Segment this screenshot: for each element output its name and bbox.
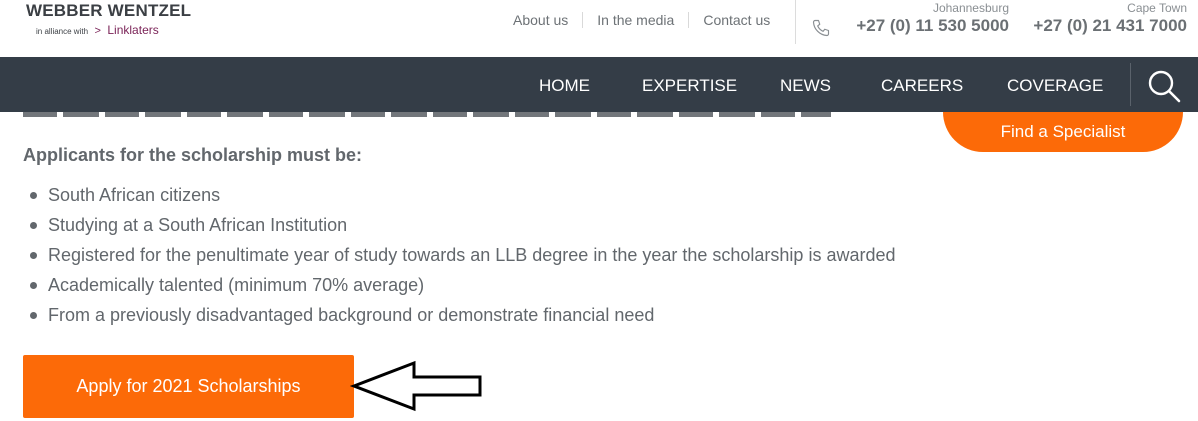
office-phone-number[interactable]: +27 (0) 21 431 7000 (1033, 15, 1187, 37)
partner-name: Linklaters (107, 23, 159, 37)
list-item-text: From a previously disadvantaged backgrou… (48, 305, 655, 325)
in-the-media-link[interactable]: In the media (583, 11, 688, 29)
find-a-specialist-button[interactable]: Find a Specialist (943, 112, 1183, 152)
office-city: Cape Town (1127, 1, 1187, 15)
office-johannesburg: Johannesburg +27 (0) 11 530 5000 (856, 1, 1009, 37)
office-cape-town: Cape Town +27 (0) 21 431 7000 (1033, 1, 1187, 37)
bullet-icon (30, 192, 37, 199)
list-item-text: Studying at a South African Institution (48, 215, 348, 235)
requirements-heading: Applicants for the scholarship must be: (23, 145, 363, 165)
apply-scholarships-button[interactable]: Apply for 2021 Scholarships (23, 355, 354, 418)
alliance-line: in alliance with > Linklaters (36, 23, 159, 39)
nav-careers[interactable]: CAREERS (881, 57, 963, 112)
phone-icon (812, 19, 830, 37)
partner-chevron: > (94, 25, 101, 37)
left-arrow-icon (350, 360, 482, 412)
bullet-icon (30, 312, 37, 319)
list-item: Studying at a South African Institution (27, 210, 896, 240)
alliance-text: in alliance with (36, 27, 89, 36)
office-city: Johannesburg (932, 1, 1009, 15)
search-icon[interactable] (1146, 68, 1182, 104)
nav-divider (1130, 63, 1131, 106)
list-item: From a previously disadvantaged backgrou… (27, 300, 896, 330)
list-item: Academically talented (minimum 70% avera… (27, 270, 896, 300)
nav-expertise[interactable]: EXPERTISE (642, 57, 737, 112)
about-us-link[interactable]: About us (499, 11, 582, 29)
nav-coverage[interactable]: COVERAGE (1007, 57, 1103, 112)
contact-us-link[interactable]: Contact us (689, 11, 784, 29)
list-item: Registered for the penultimate year of s… (27, 240, 896, 270)
header-divider (795, 0, 796, 44)
main-nav: HOME EXPERTISE NEWS CAREERS COVERAGE (0, 57, 1198, 112)
top-bar: WEBBER WENTZEL in alliance with > Linkla… (0, 0, 1198, 57)
list-item-text: Academically talented (minimum 70% avera… (48, 275, 425, 295)
clipped-text-line (23, 112, 831, 117)
bullet-icon (30, 282, 37, 289)
nav-news[interactable]: NEWS (780, 57, 831, 112)
list-item-text: Registered for the penultimate year of s… (48, 245, 896, 265)
utility-links: About us In the media Contact us (499, 10, 784, 30)
brand-logo[interactable]: WEBBER WENTZEL in alliance with > Linkla… (26, 1, 192, 37)
list-item: South African citizens (27, 180, 896, 210)
office-phone-number[interactable]: +27 (0) 11 530 5000 (856, 15, 1009, 37)
nav-home[interactable]: HOME (539, 57, 590, 112)
bullet-icon (30, 252, 37, 259)
brand-name: WEBBER WENTZEL (26, 1, 192, 20)
requirements-list: South African citizens Studying at a Sou… (27, 180, 896, 330)
bullet-icon (30, 222, 37, 229)
list-item-text: South African citizens (48, 185, 221, 205)
